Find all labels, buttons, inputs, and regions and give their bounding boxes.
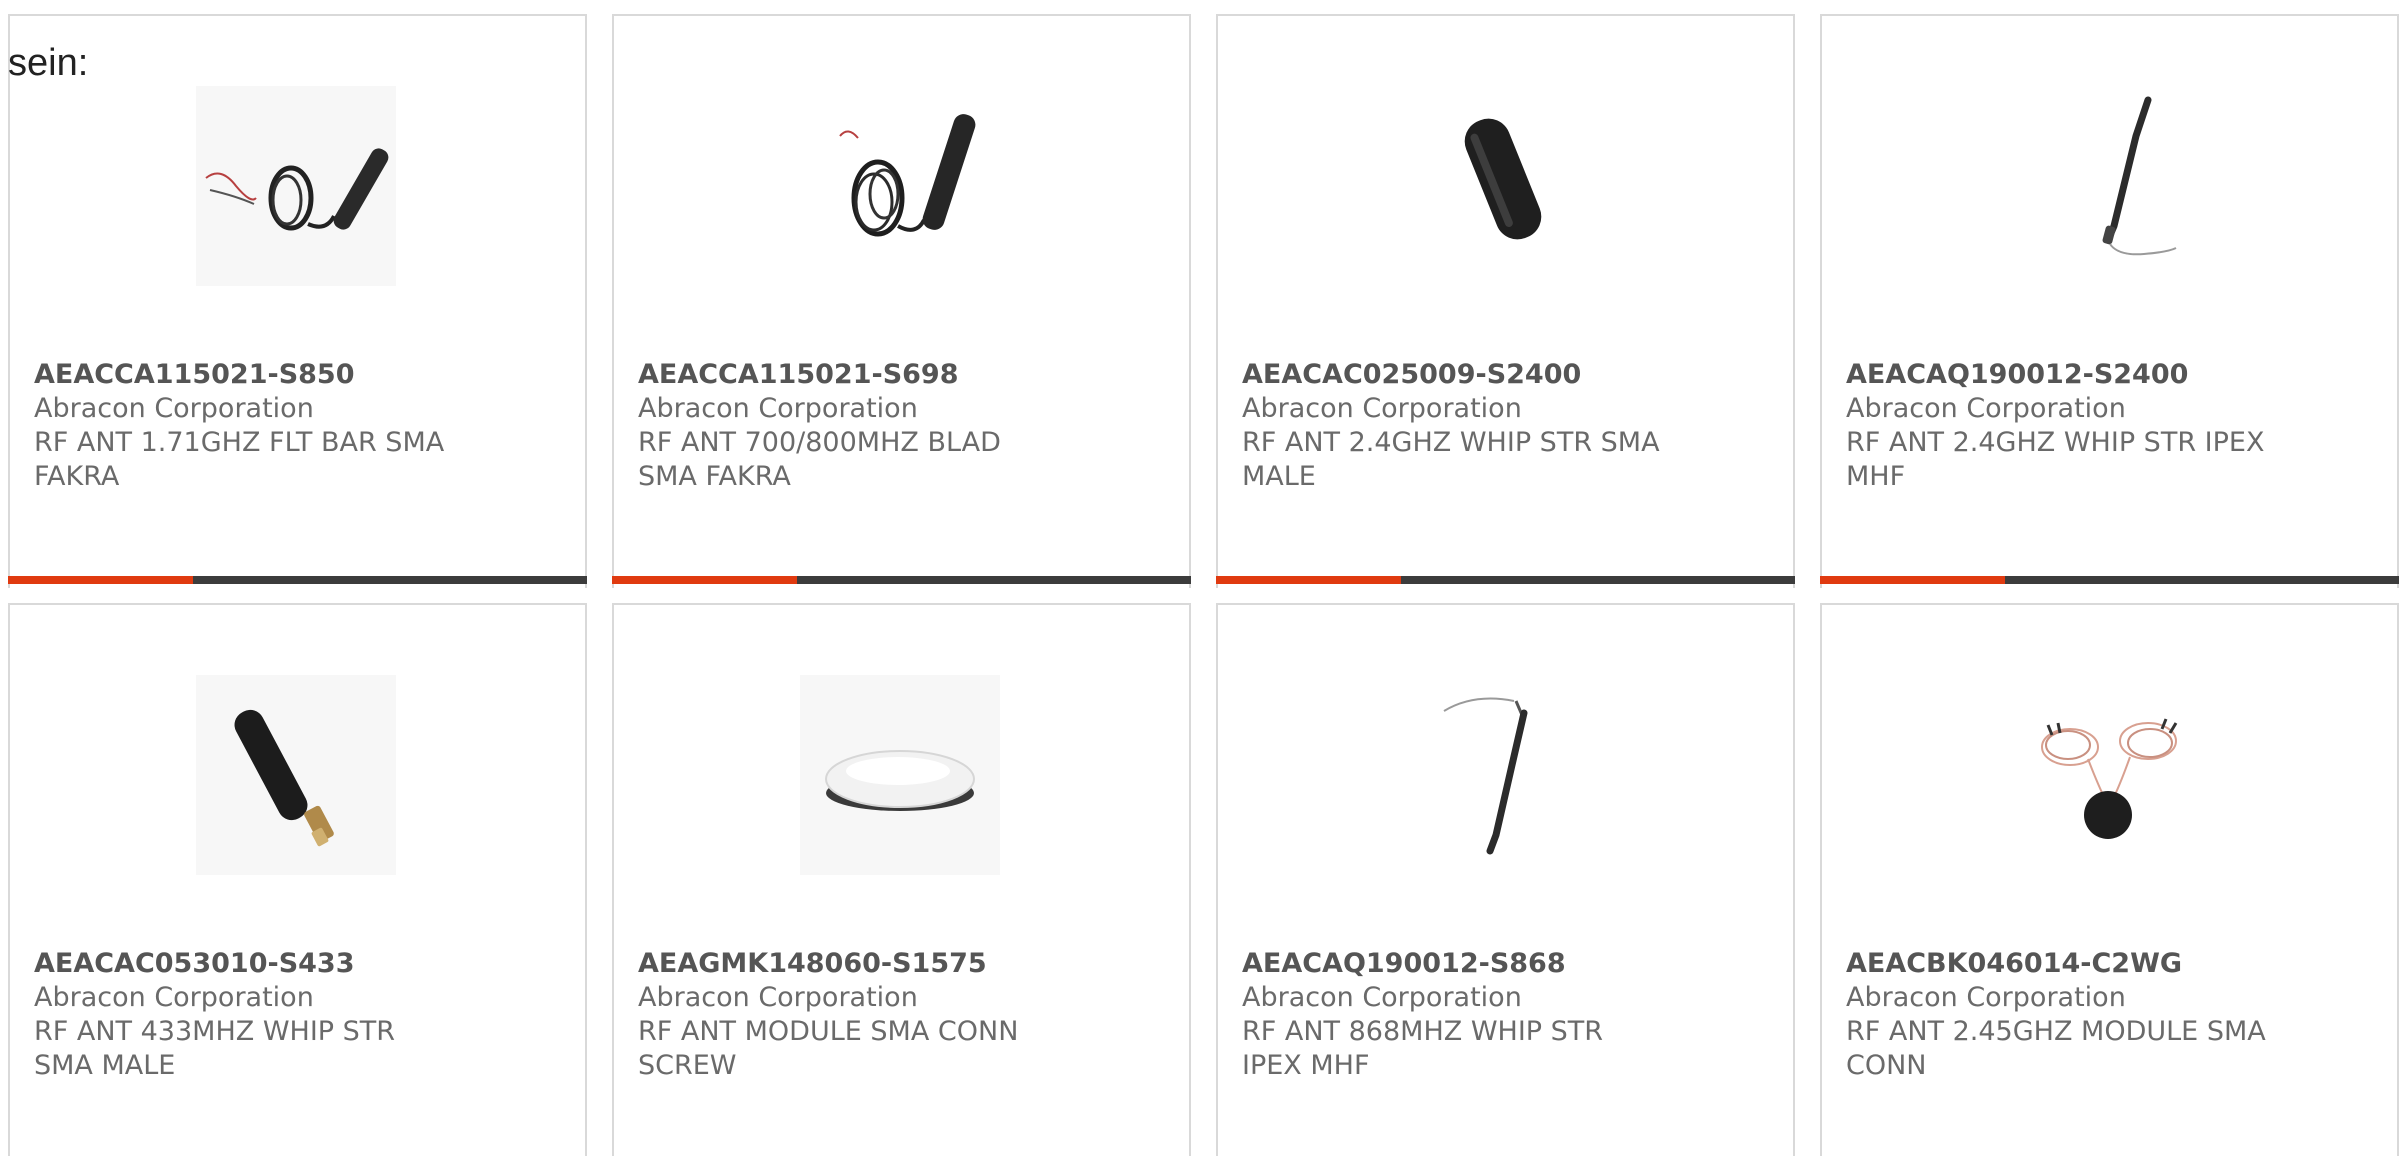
product-image[interactable] [196, 675, 396, 875]
antenna-sma-whip-icon [196, 675, 396, 875]
product-description: RF ANT 2.4GHZ WHIP STR SMA MALE [1242, 427, 1660, 492]
manufacturer: Abracon Corporation [638, 982, 918, 1013]
part-number[interactable]: AEACCA115021-S850 [34, 358, 561, 392]
part-number[interactable]: AEACAC053010-S433 [34, 947, 561, 981]
manufacturer: Abracon Corporation [638, 393, 918, 424]
product-image[interactable] [196, 86, 396, 286]
part-number[interactable]: AEACAQ190012-S2400 [1846, 358, 2373, 392]
product-image[interactable] [800, 675, 1000, 875]
progress-bar [1820, 576, 2399, 584]
part-number[interactable]: AEAGMK148060-S1575 [638, 947, 1165, 981]
progress-bar [8, 576, 587, 584]
progress-fill [1820, 576, 2006, 584]
progress-bar [612, 576, 1191, 584]
product-description: RF ANT MODULE SMA CONN SCREW [638, 1016, 1019, 1081]
part-number[interactable]: AEACCA115021-S698 [638, 358, 1165, 392]
antenna-puck-icon [800, 675, 1000, 875]
product-image[interactable] [2008, 86, 2208, 286]
antenna-blade-cable-icon [839, 114, 976, 237]
manufacturer: Abracon Corporation [1242, 982, 1522, 1013]
antenna-cable-coil-icon [196, 86, 396, 286]
intro-text: sein: [8, 42, 89, 84]
part-number[interactable]: AEACBK046014-C2WG [1846, 947, 2373, 981]
product-description: RF ANT 433MHZ WHIP STR SMA MALE [34, 1016, 396, 1081]
progress-fill [8, 576, 194, 584]
progress-fill [1216, 576, 1402, 584]
product-description: RF ANT 700/800MHZ BLAD SMA FAKRA [638, 427, 1001, 492]
antenna-whip-cable-icon [1443, 697, 1528, 855]
product-card[interactable]: AEACAQ190012-S2400 Abracon Corporation R… [1820, 14, 2399, 588]
antenna-whip-cable-icon [2102, 96, 2177, 256]
antenna-module-dual-cable-icon [2041, 718, 2178, 839]
manufacturer: Abracon Corporation [1846, 982, 2126, 1013]
product-card[interactable]: AEACAQ190012-S868 Abracon Corporation RF… [1216, 603, 1795, 1156]
product-description: RF ANT 1.71GHZ FLT BAR SMA FAKRA [34, 427, 445, 492]
part-number[interactable]: AEACAC025009-S2400 [1242, 358, 1769, 392]
product-description: RF ANT 2.4GHZ WHIP STR IPEX MHF [1846, 427, 2265, 492]
product-card[interactable]: AEAGMK148060-S1575 Abracon Corporation R… [612, 603, 1191, 1156]
product-grid: AEACCA115021-S850 Abracon Corporation RF… [8, 14, 2400, 1156]
product-card[interactable]: AEACCA115021-S698 Abracon Corporation RF… [612, 14, 1191, 588]
product-card[interactable]: AEACAC053010-S433 Abracon Corporation RF… [8, 603, 587, 1156]
part-number[interactable]: AEACAQ190012-S868 [1242, 947, 1769, 981]
manufacturer: Abracon Corporation [34, 982, 314, 1013]
progress-fill [612, 576, 798, 584]
product-image[interactable] [800, 86, 1000, 286]
product-image[interactable] [1404, 675, 1604, 875]
product-image[interactable] [1404, 86, 1604, 286]
progress-bar [1216, 576, 1795, 584]
product-card[interactable]: AEACCA115021-S850 Abracon Corporation RF… [8, 14, 587, 588]
product-image[interactable] [2008, 675, 2208, 875]
product-card[interactable]: AEACBK046014-C2WG Abracon Corporation RF… [1820, 603, 2399, 1156]
product-description: RF ANT 2.45GHZ MODULE SMA CONN [1846, 1016, 2266, 1081]
product-description: RF ANT 868MHZ WHIP STR IPEX MHF [1242, 1016, 1604, 1081]
antenna-stubby-icon [1464, 118, 1542, 240]
manufacturer: Abracon Corporation [1242, 393, 1522, 424]
product-card[interactable]: AEACAC025009-S2400 Abracon Corporation R… [1216, 14, 1795, 588]
manufacturer: Abracon Corporation [1846, 393, 2126, 424]
manufacturer: Abracon Corporation [34, 393, 314, 424]
